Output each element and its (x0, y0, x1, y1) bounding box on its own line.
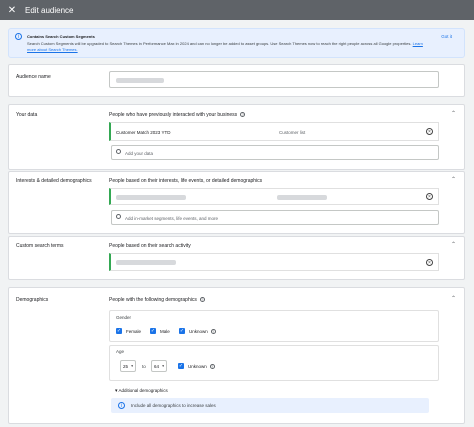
redacted-term (116, 260, 176, 265)
unknown-gender-checkbox[interactable]: ✓ (179, 328, 185, 334)
chevron-up-icon[interactable]: ⌃ (451, 295, 456, 302)
audience-name-label: Audience name (16, 74, 51, 80)
remove-icon[interactable]: × (426, 259, 433, 266)
close-icon[interactable]: ✕ (3, 5, 21, 16)
segment-row: × (109, 188, 439, 205)
remove-icon[interactable]: × (426, 128, 433, 135)
interests-card: Interests & detailed demographics People… (8, 171, 465, 234)
got-it-button[interactable]: Got it (441, 34, 452, 39)
interests-label: Interests & detailed demographics (16, 178, 92, 184)
age-section: Age 25 ▾ to 64 ▾ ✓ Unknown? (109, 345, 439, 381)
custom-search-heading: People based on their search activity (109, 243, 191, 249)
help-icon[interactable]: ? (199, 297, 205, 303)
unknown-age-label: Unknown? (188, 364, 215, 370)
search-icon (116, 214, 121, 219)
interests-heading: People based on their interests, life ev… (109, 178, 263, 184)
your-data-label: Your data (16, 112, 38, 118)
unknown-gender-label: Unknown? (189, 329, 216, 335)
age-label: Age (116, 349, 125, 354)
chevron-down-icon: ▾ (131, 364, 133, 368)
your-data-search[interactable]: Add your data (111, 145, 439, 160)
female-checkbox[interactable]: ✓ (116, 328, 122, 334)
demographics-heading: People with the following demographics? (109, 297, 205, 303)
top-bar: ✕ Edit audience (0, 0, 474, 20)
your-data-heading: People who have previously interacted wi… (109, 112, 246, 118)
gender-label: Gender (116, 315, 132, 320)
to-label: to (142, 364, 146, 369)
unknown-age-checkbox[interactable]: ✓ (178, 363, 184, 369)
custom-search-label: Custom search terms (16, 243, 64, 249)
search-placeholder: Add in-market segments, life events, and… (125, 216, 219, 221)
info-icon: i (15, 33, 22, 40)
help-icon[interactable]: ? (210, 329, 216, 335)
additional-demographics-toggle[interactable]: ▾ Additional demographics (115, 388, 168, 394)
age-to-select[interactable]: 64 ▾ (151, 360, 167, 372)
audience-name-card: Audience name (8, 64, 465, 97)
chevron-up-icon[interactable]: ⌃ (451, 241, 456, 248)
chevron-down-icon: ▾ (115, 388, 118, 394)
demographics-card: Demographics People with the following d… (8, 287, 465, 424)
redacted-type (277, 195, 327, 200)
include-all-text: Include all demographics to increase sal… (131, 403, 216, 408)
banner-text: Search Custom Segments will be upgraded … (27, 41, 423, 52)
interests-search[interactable]: Add in-market segments, life events, and… (111, 210, 439, 225)
page-title: Edit audience (25, 5, 74, 15)
remove-icon[interactable]: × (426, 193, 433, 200)
banner-title: Contains Search Custom Segments (27, 34, 95, 39)
search-placeholder: Add your data (125, 151, 154, 156)
gender-section: Gender ✓ Female ✓ Male ✓ Unknown? (109, 310, 439, 342)
help-icon[interactable]: ? (209, 364, 215, 370)
male-label: Male (160, 329, 170, 334)
segment-row: × (109, 253, 439, 271)
info-icon: i (118, 402, 125, 409)
help-icon[interactable]: ? (240, 112, 246, 118)
redacted-segment (116, 195, 186, 200)
chevron-up-icon[interactable]: ⌃ (451, 110, 456, 117)
female-label: Female (126, 329, 142, 334)
segment-type: Customer list (279, 130, 306, 135)
male-checkbox[interactable]: ✓ (150, 328, 156, 334)
search-icon (116, 149, 121, 154)
redacted-name (116, 78, 164, 83)
demographics-label: Demographics (16, 297, 49, 303)
info-banner: i Contains Search Custom Segments Search… (8, 28, 465, 58)
audience-name-input[interactable] (109, 71, 439, 88)
include-all-bar: i Include all demographics to increase s… (111, 398, 429, 413)
segment-name: Customer Match 2023 YTD (116, 130, 171, 135)
chevron-down-icon: ▾ (162, 364, 164, 368)
chevron-up-icon[interactable]: ⌃ (451, 176, 456, 183)
custom-search-card: Custom search terms People based on thei… (8, 236, 465, 280)
segment-row: Customer Match 2023 YTD Customer list × (109, 122, 439, 141)
age-from-select[interactable]: 25 ▾ (120, 360, 136, 372)
your-data-card: Your data People who have previously int… (8, 104, 465, 170)
